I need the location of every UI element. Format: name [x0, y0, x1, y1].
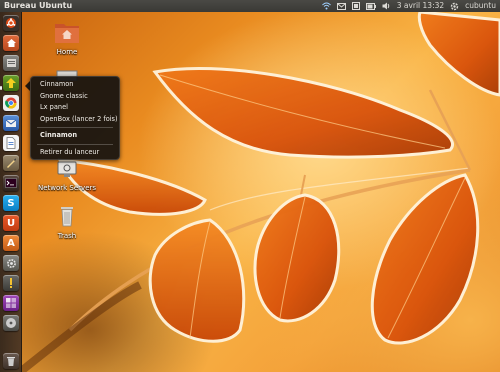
battery-icon[interactable]	[365, 0, 376, 12]
window-title: Bureau Ubuntu	[4, 1, 73, 10]
home-folder-icon	[55, 24, 79, 43]
menu-item-gnome-classic[interactable]: Gnome classic	[31, 91, 119, 103]
workspace-icon[interactable]	[3, 295, 19, 311]
menu-item-openbox[interactable]: OpenBox (lancer 2 fois)	[31, 114, 119, 126]
running-indicator	[0, 86, 2, 90]
desktop-icon-label: Home	[56, 48, 78, 56]
desktop-icon-network-servers[interactable]: Network Servers	[37, 160, 97, 192]
disc-icon[interactable]	[3, 315, 19, 331]
ubuntu-logo-icon[interactable]	[3, 15, 19, 31]
launcher-quicklist-menu: Cinnamon Gnome classic Lx panel OpenBox …	[30, 76, 120, 160]
power-gear-icon[interactable]	[450, 0, 459, 12]
trash-icon[interactable]	[3, 353, 19, 369]
menu-item-cinnamon[interactable]: Cinnamon	[31, 79, 119, 91]
settings-icon[interactable]	[3, 255, 19, 271]
top-panel: Bureau Ubuntu 3 avril 13:32 cubuntu	[0, 0, 500, 12]
ubuntu-one-icon[interactable]: U	[3, 215, 19, 231]
session-icon[interactable]	[3, 75, 19, 91]
file-manager-icon[interactable]	[3, 55, 19, 71]
desktop-icon-label: Trash	[57, 232, 77, 240]
desktop-icon-home[interactable]: Home	[37, 20, 97, 56]
menu-separator	[37, 143, 113, 145]
desktop-icon-trash[interactable]: Trash	[37, 204, 97, 240]
desktop-icon-label: Network Servers	[37, 184, 97, 192]
mail-client-icon[interactable]	[3, 115, 19, 131]
mail-icon[interactable]	[336, 0, 346, 12]
keyboard-layout-icon[interactable]	[351, 0, 360, 12]
trash-icon	[61, 207, 73, 227]
menu-item-remove-from-launcher[interactable]: Retirer du lanceur	[31, 147, 119, 159]
network-icon[interactable]	[321, 0, 331, 12]
indicator-area: 3 avril 13:32 cubuntu	[321, 0, 500, 12]
skype-icon[interactable]: S	[3, 195, 19, 211]
monitor-icon[interactable]	[3, 275, 19, 291]
network-servers-icon	[57, 161, 77, 177]
menu-item-lx-panel[interactable]: Lx panel	[31, 102, 119, 114]
menu-item-app-title[interactable]: Cinnamon	[31, 130, 119, 142]
clock[interactable]: 3 avril 13:32	[397, 0, 444, 12]
user-name[interactable]: cubuntu	[465, 0, 496, 12]
software-center-icon[interactable]: A	[3, 235, 19, 251]
chromium-icon[interactable]	[3, 95, 19, 111]
draw-icon[interactable]	[3, 155, 19, 171]
terminal-icon[interactable]	[3, 175, 19, 191]
home-folder-icon[interactable]	[3, 35, 19, 51]
document-icon[interactable]	[3, 135, 19, 151]
volume-icon[interactable]	[382, 0, 391, 12]
unity-launcher: S U A	[0, 12, 22, 372]
menu-separator	[37, 127, 113, 128]
